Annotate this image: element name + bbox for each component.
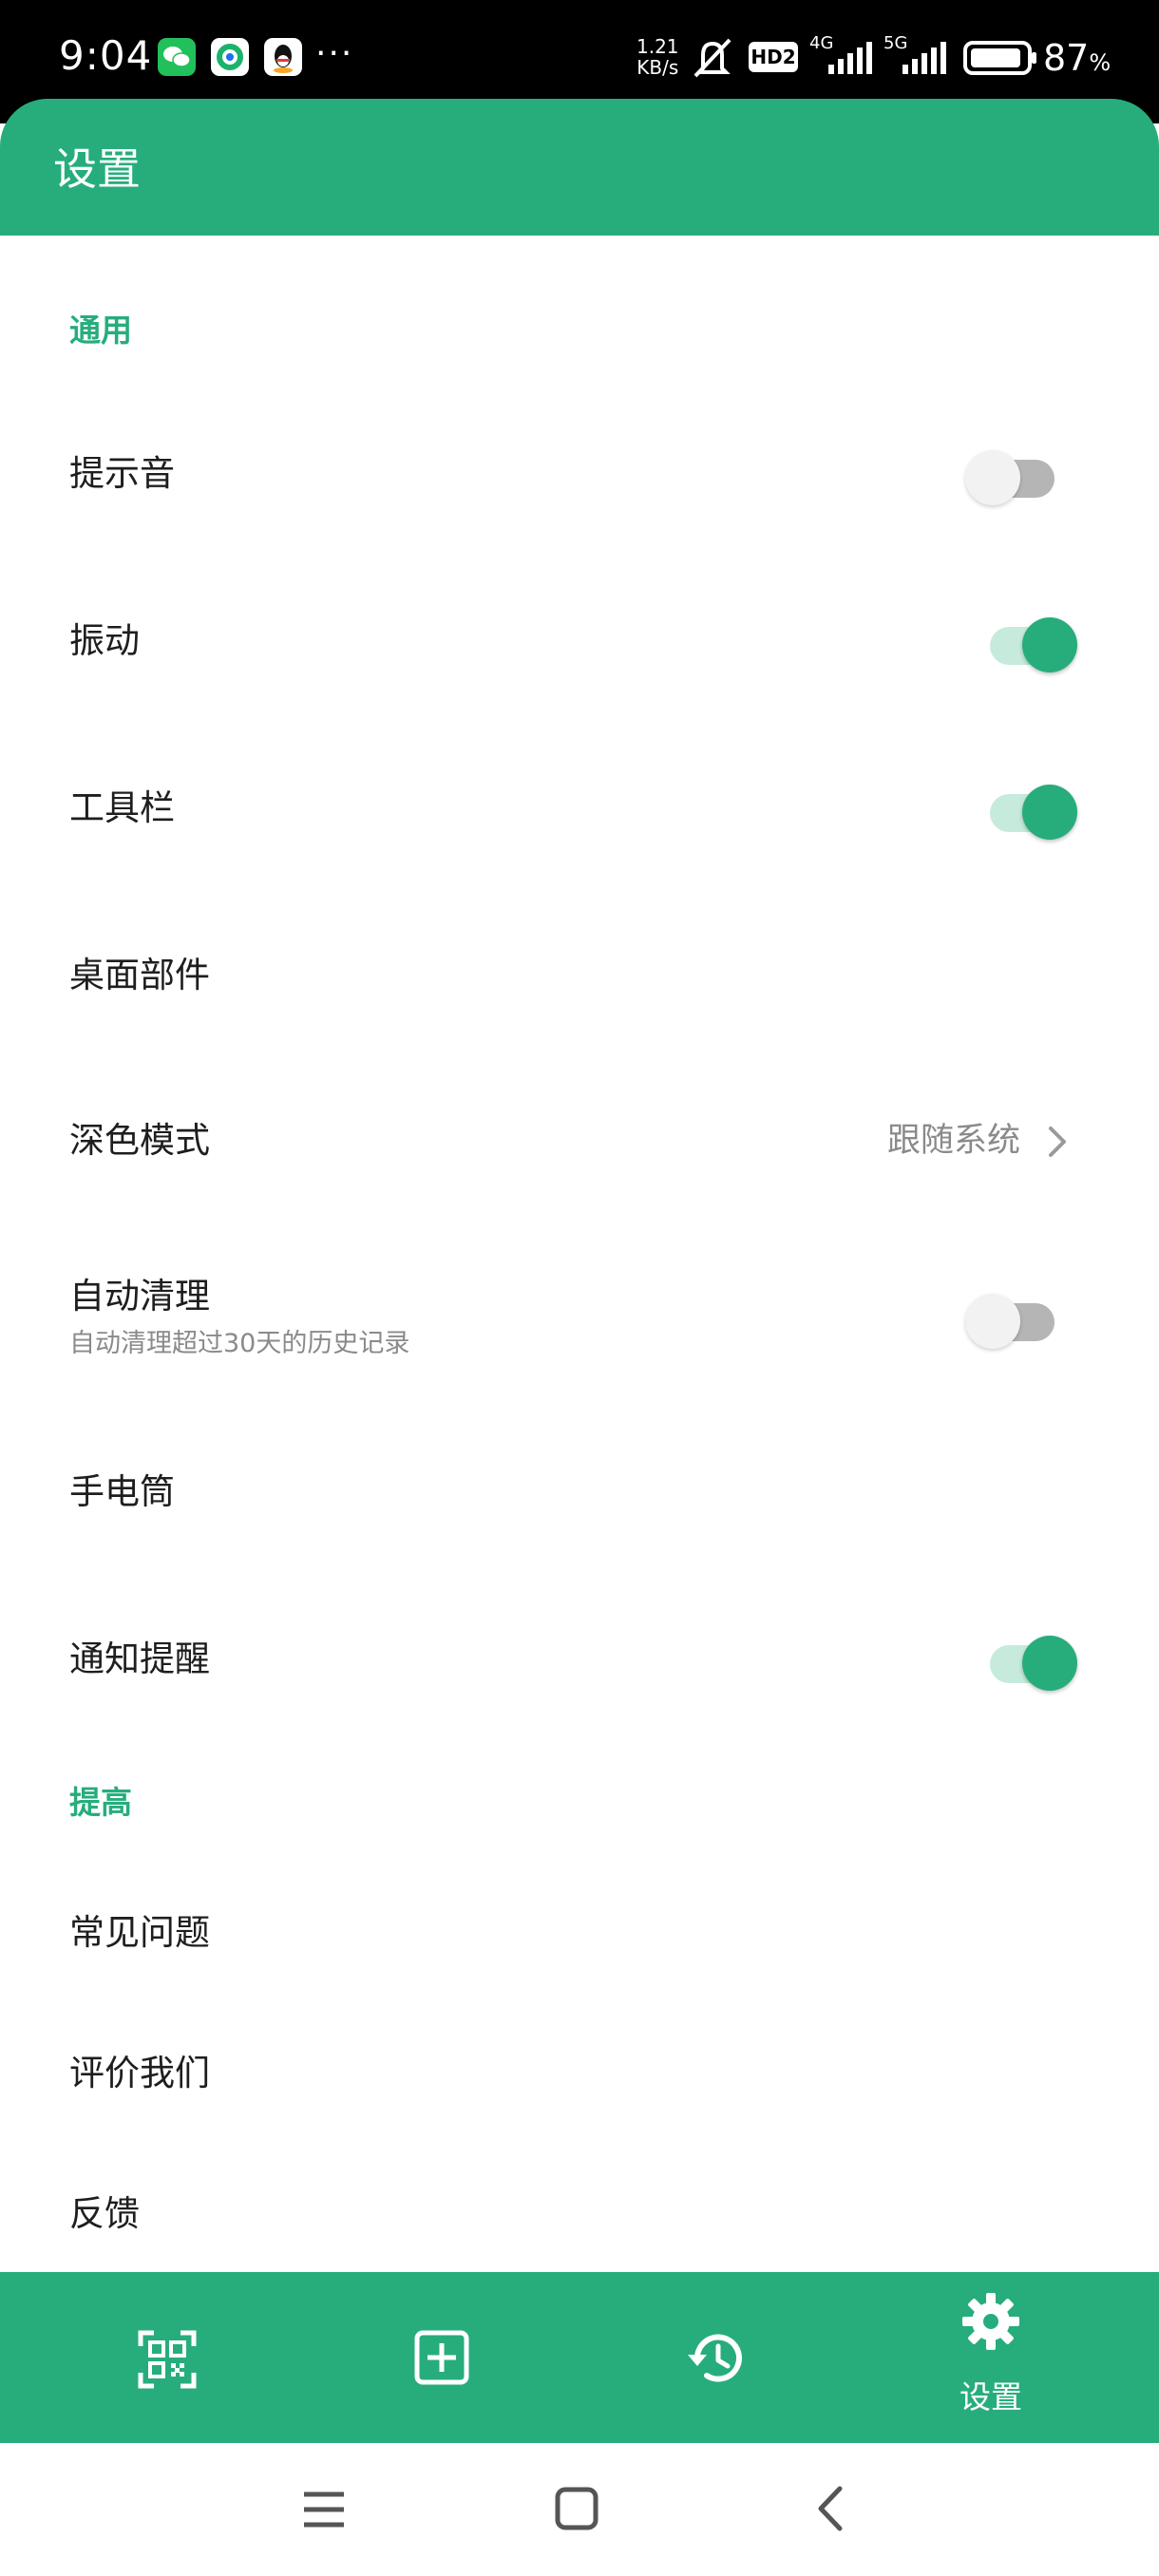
network-speed: 1.21 KB/s (636, 36, 679, 78)
hd-badge: HD2 (749, 42, 798, 72)
battery-unit: % (1089, 49, 1112, 76)
vibrate-toggle[interactable] (977, 610, 1077, 672)
setting-toolbar-label: 工具栏 (69, 787, 175, 828)
notification-toggle[interactable] (977, 1628, 1077, 1691)
setting-auto-clean-description: 自动清理超过30天的历史记录 (69, 1329, 410, 1358)
nav-scan[interactable] (28, 2272, 304, 2443)
setting-sound-label: 提示音 (69, 453, 175, 494)
setting-notification[interactable]: 通知提醒 (0, 1603, 1159, 1717)
setting-toolbar[interactable]: 工具栏 (0, 752, 1159, 866)
setting-auto-clean[interactable]: 自动清理 自动清理超过30天的历史记录 (0, 1254, 1159, 1387)
setting-auto-clean-label: 自动清理 (69, 1276, 210, 1316)
battery-value: 87 (1043, 37, 1090, 79)
setting-flashlight[interactable]: 手电筒 (0, 1436, 1159, 1550)
signal-5g-icon (902, 42, 946, 74)
signal-icon (828, 42, 872, 74)
page-title: 设置 (53, 143, 141, 195)
auto-clean-toggle[interactable] (965, 1286, 1060, 1349)
setting-widget[interactable]: 桌面部件 (0, 919, 1159, 1033)
setting-widget-label: 桌面部件 (69, 955, 210, 995)
nav-settings[interactable]: 设置 (853, 2272, 1129, 2443)
system-nav-bar (0, 2443, 1159, 2576)
menu-icon[interactable] (302, 2489, 346, 2530)
network-speed-value: 1.21 (636, 35, 679, 58)
mute-icon (694, 38, 732, 78)
setting-rate[interactable]: 评价我们 (0, 2021, 1159, 2126)
add-box-icon (414, 2330, 469, 2385)
home-icon[interactable] (555, 2487, 598, 2530)
back-icon[interactable] (813, 2485, 847, 2532)
battery-percent: 87% (1043, 34, 1111, 86)
battery-icon (963, 41, 1036, 75)
setting-sound[interactable]: 提示音 (0, 418, 1159, 532)
section-improve-label: 提高 (69, 1784, 132, 1821)
setting-dark-mode-label: 深色模式 (69, 1120, 210, 1161)
gear-icon (962, 2293, 1019, 2350)
app-header: 设置 (0, 99, 1159, 236)
dark-mode-value: 跟随系统 (886, 1122, 1020, 1160)
nav-history[interactable] (578, 2272, 853, 2443)
setting-vibrate[interactable]: 振动 (0, 585, 1159, 699)
sync-app-icon (211, 38, 249, 76)
setting-faq[interactable]: 常见问题 (0, 1881, 1159, 1985)
setting-dark-mode[interactable]: 深色模式 跟随系统 (0, 1087, 1159, 1201)
nav-add[interactable] (304, 2272, 580, 2443)
setting-feedback[interactable]: 反馈 (0, 2162, 1159, 2266)
chevron-right-icon (1049, 1127, 1066, 1157)
bottom-nav: 设置 (0, 2272, 1159, 2443)
network-speed-unit: KB/s (636, 56, 679, 79)
setting-flashlight-label: 手电筒 (69, 1471, 175, 1512)
toolbar-toggle[interactable] (977, 777, 1077, 840)
section-general-label: 通用 (69, 312, 132, 349)
qq-icon (264, 38, 302, 76)
history-icon (688, 2334, 742, 2382)
setting-faq-label: 常见问题 (69, 1912, 210, 1953)
setting-vibrate-label: 振动 (69, 620, 140, 661)
qr-scan-icon (138, 2330, 197, 2389)
setting-notification-label: 通知提醒 (69, 1638, 210, 1679)
setting-feedback-label: 反馈 (69, 2193, 140, 2234)
status-time: 9:04 (59, 32, 153, 79)
more-notifications-indicator: ··· (315, 34, 354, 73)
setting-rate-label: 评价我们 (69, 2053, 210, 2093)
nav-settings-label: 设置 (960, 2378, 1022, 2415)
sound-toggle[interactable] (965, 443, 1060, 505)
wechat-icon (158, 38, 196, 76)
